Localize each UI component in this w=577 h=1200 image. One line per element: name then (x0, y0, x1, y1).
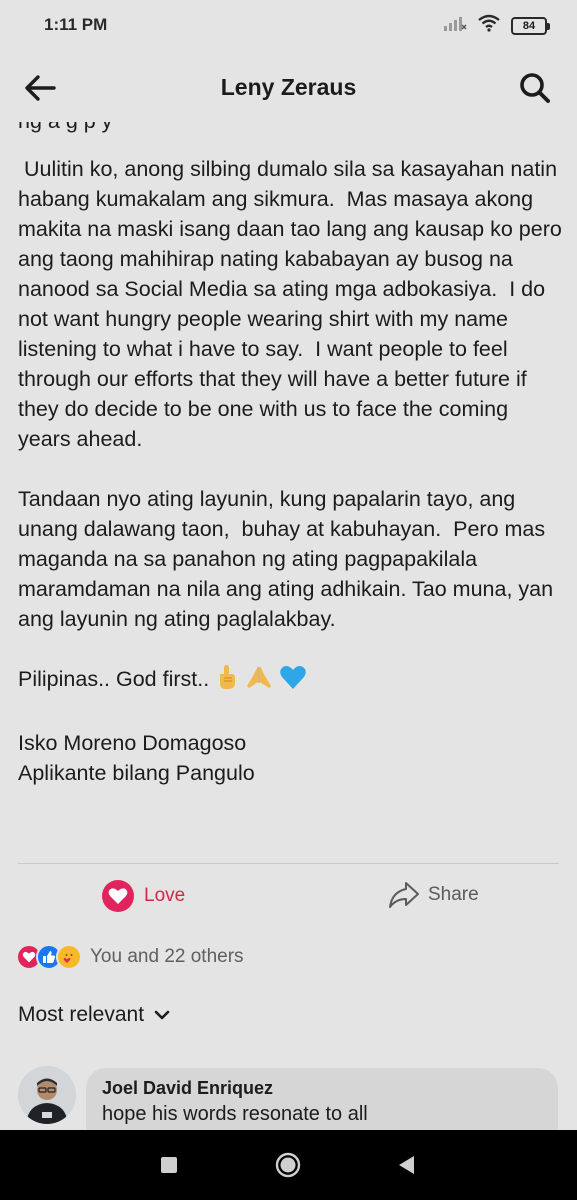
signature-name: Isko Moreno Domagoso (18, 731, 247, 755)
battery-icon: 84 (511, 16, 550, 35)
chevron-down-icon (154, 1010, 170, 1020)
post-closing: Pilipinas.. God first.. (18, 667, 210, 691)
care-reaction-icon (56, 944, 82, 970)
post-paragraph-1: Uulitin ko, anong silbing dumalo sila sa… (18, 157, 562, 451)
triangle-back-icon (399, 1156, 414, 1174)
wifi-icon (477, 14, 501, 37)
post-cut-line: ng a g p y (18, 122, 563, 142)
status-bar: 1:11 PM 84 (0, 0, 577, 52)
post-body: ng a g p y Uulitin ko, anong silbing dum… (18, 122, 563, 852)
app-header: Leny Zeraus (0, 52, 577, 122)
share-icon (389, 882, 419, 908)
comment-sort-dropdown[interactable]: Most relevant (18, 1003, 170, 1027)
search-icon (520, 73, 550, 103)
post-actions: Love Share (0, 872, 577, 922)
signature-title: Aplikante bilang Pangulo (18, 761, 255, 785)
divider (18, 863, 559, 864)
share-button[interactable]: Share (388, 880, 479, 910)
comment-text: hope his words resonate to all (102, 1103, 368, 1125)
search-button[interactable] (515, 68, 555, 108)
status-time: 1:11 PM (44, 15, 108, 34)
system-nav-bar (0, 1130, 577, 1200)
love-reaction-icon (102, 880, 134, 912)
love-button[interactable]: Love (102, 880, 185, 912)
reaction-icons (16, 944, 82, 970)
recents-button[interactable] (154, 1150, 184, 1180)
reactions-summary[interactable]: You and 22 others (16, 944, 244, 970)
back-nav-button[interactable] (392, 1150, 422, 1180)
circle-home-icon (275, 1152, 301, 1178)
share-label: Share (428, 884, 479, 905)
avatar[interactable] (18, 1066, 76, 1124)
status-icons: 84 (443, 14, 550, 37)
praying-hands-icon (245, 664, 273, 698)
sort-label: Most relevant (18, 1003, 145, 1026)
comment-author[interactable]: Joel David Enriquez (102, 1078, 542, 1099)
square-icon (161, 1157, 177, 1173)
post-paragraph-2: Tandaan nyo ating layunin, kung papalari… (18, 487, 560, 631)
post-closing-line: Pilipinas.. God first.. (18, 664, 563, 698)
home-button[interactable] (273, 1150, 303, 1180)
reaction-count-text: You and 22 others (90, 946, 244, 967)
pointing-up-hand-icon (215, 664, 239, 698)
signal-icon (443, 14, 467, 37)
blue-heart-icon (279, 664, 307, 698)
love-label: Love (144, 885, 186, 906)
page-title: Leny Zeraus (220, 74, 357, 100)
